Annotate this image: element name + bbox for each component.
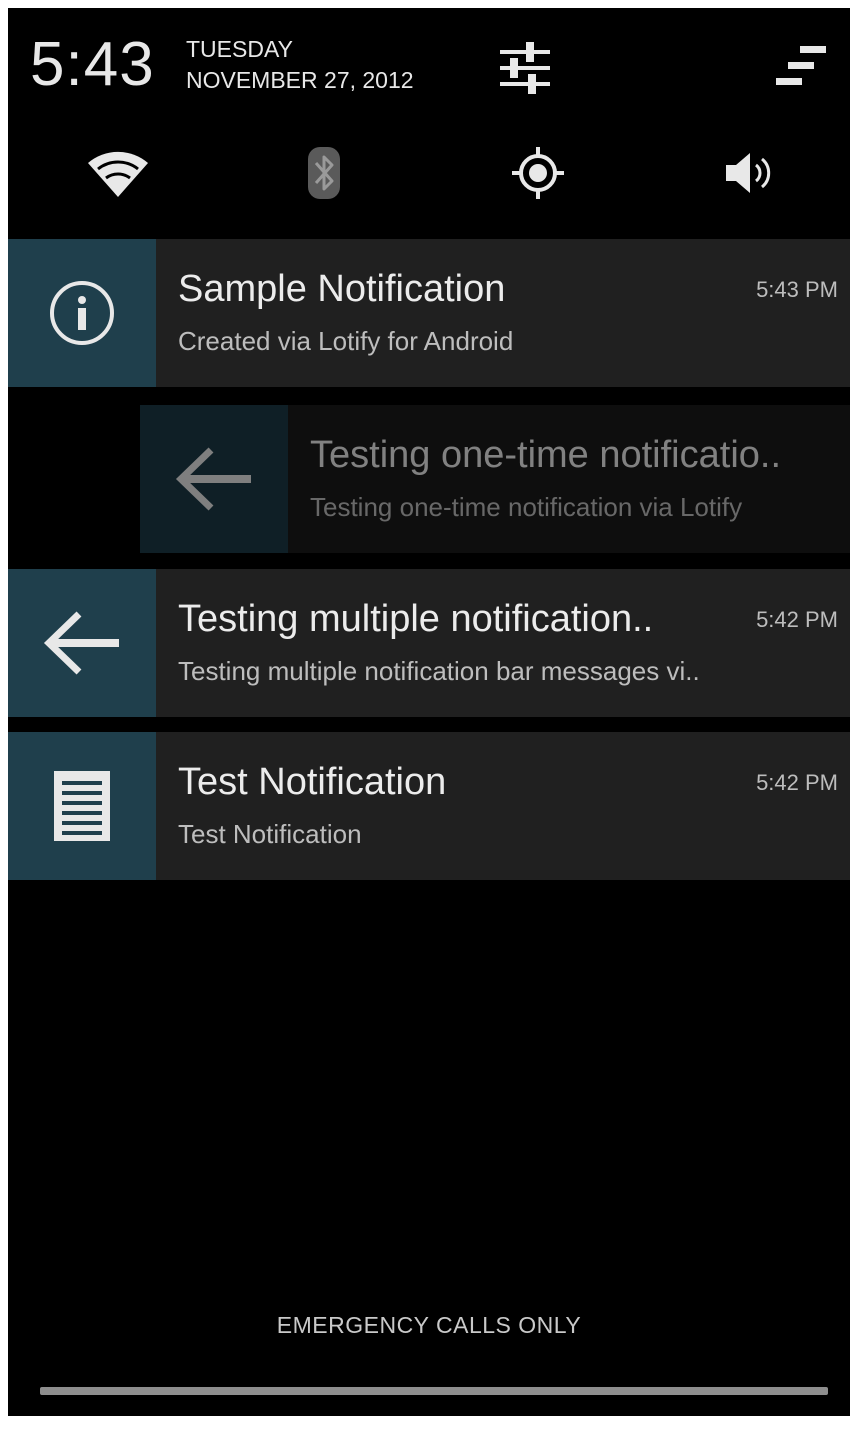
notification-sample[interactable]: Sample Notification Created via Lotify f… [8, 239, 850, 387]
notification-text: Testing multiple notification bar messag… [178, 656, 700, 686]
notification-icon-box [8, 569, 156, 717]
bottom-border [0, 1416, 852, 1449]
date-label: NOVEMBER 27, 2012 [186, 67, 414, 93]
document-icon [54, 771, 110, 841]
notification-text: Test Notification [178, 819, 362, 849]
wifi-icon [88, 151, 148, 197]
notification-one-time-swiping[interactable]: Testing one-time notificatio.. Testing o… [140, 405, 850, 553]
bluetooth-toggle[interactable] [286, 138, 362, 208]
back-arrow-icon [43, 611, 119, 675]
location-icon [512, 147, 564, 199]
notification-icon-box [8, 239, 156, 387]
weekday-label: TUESDAY [186, 36, 293, 62]
shade-drag-handle[interactable] [40, 1387, 828, 1395]
notification-time: 5:42 PM [756, 607, 838, 632]
notification-title: Sample Notification [178, 268, 506, 310]
wifi-toggle[interactable] [80, 138, 156, 208]
notification-icon-box [140, 405, 288, 553]
notification-text: Testing one-time notification via Lotify [310, 492, 743, 522]
bluetooth-icon [308, 147, 340, 199]
notification-text: Created via Lotify for Android [178, 326, 514, 356]
notification-test[interactable]: Test Notification Test Notification 5:42… [8, 732, 850, 880]
clear-all-button[interactable] [766, 42, 830, 92]
sound-toggle[interactable] [712, 138, 788, 208]
notification-title: Testing multiple notification.. [178, 598, 654, 640]
notification-time: 5:43 PM [756, 277, 838, 302]
info-icon [50, 281, 114, 345]
notification-time: 5:42 PM [756, 770, 838, 795]
notification-title: Testing one-time notificatio.. [310, 434, 782, 476]
location-toggle[interactable] [500, 138, 576, 208]
volume-icon [726, 153, 771, 193]
clock-time: 5:43 [30, 30, 155, 99]
quick-settings-button[interactable] [494, 36, 556, 98]
notification-multiple[interactable]: Testing multiple notification.. Testing … [8, 569, 850, 717]
clear-all-notifications-icon [776, 46, 826, 85]
quick-settings-sliders-icon [500, 42, 550, 94]
notification-shade: 5:43 TUESDAY NOVEMBER 27, 2012 Sample No… [8, 8, 850, 1416]
notification-title: Test Notification [178, 761, 447, 803]
carrier-status-label: EMERGENCY CALLS ONLY [276, 1312, 582, 1338]
back-arrow-icon [175, 447, 251, 511]
notification-icon-box [8, 732, 156, 880]
